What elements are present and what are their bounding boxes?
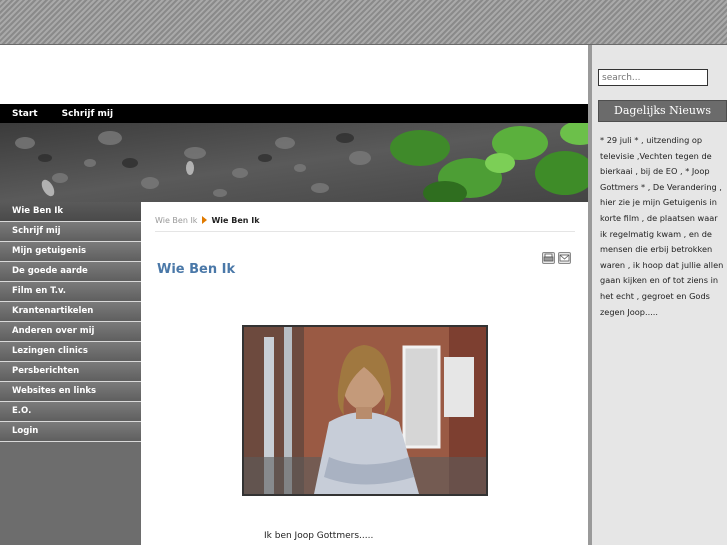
- top-nav: Start Schrijf mij: [0, 104, 588, 123]
- main-content: Wie Ben Ik Wie Ben Ik Wie Ben Ik Ik ben …: [141, 202, 588, 545]
- sidebar-item-wie-ben-ik[interactable]: Wie Ben Ik: [0, 202, 141, 222]
- breadcrumb: Wie Ben Ik Wie Ben Ik: [155, 216, 575, 232]
- sidebar-item-persberichten[interactable]: Persberichten: [0, 362, 141, 382]
- right-column: Dagelijks Nieuws * 29 juli * , uitzendin…: [588, 45, 727, 545]
- sidebar-item-schrijf-mij[interactable]: Schrijf mij: [0, 222, 141, 242]
- top-stripe-bar: [0, 0, 727, 45]
- sidebar-item-mijn-getuigenis[interactable]: Mijn getuigenis: [0, 242, 141, 262]
- print-icon[interactable]: [542, 252, 555, 264]
- search-input[interactable]: [598, 69, 708, 86]
- sidebar-item-eo[interactable]: E.O.: [0, 402, 141, 422]
- sidebar-nav: Wie Ben Ik Schrijf mij Mijn getuigenis D…: [0, 202, 141, 545]
- sidebar-item-film-en-tv[interactable]: Film en T.v.: [0, 282, 141, 302]
- banner-image: [0, 123, 588, 202]
- page-title: Wie Ben Ik: [157, 262, 236, 277]
- sidebar-item-de-goede-aarde[interactable]: De goede aarde: [0, 262, 141, 282]
- breadcrumb-arrow-icon: [202, 216, 208, 224]
- email-icon[interactable]: [558, 252, 571, 264]
- sidebar-item-anderen-over-mij[interactable]: Anderen over mij: [0, 322, 141, 342]
- sidebar-item-login[interactable]: Login: [0, 422, 141, 442]
- news-header: Dagelijks Nieuws: [598, 100, 727, 122]
- profile-photo: [242, 325, 488, 496]
- sidebar-item-krantenartikelen[interactable]: Krantenartikelen: [0, 302, 141, 322]
- top-nav-start[interactable]: Start: [12, 109, 38, 119]
- news-text: * 29 juli * , uitzending op televisie ,V…: [600, 135, 724, 317]
- sidebar-item-lezingen-clinics[interactable]: Lezingen clinics: [0, 342, 141, 362]
- photo-caption: Ik ben Joop Gottmers.....: [264, 531, 374, 541]
- top-nav-schrijf-mij[interactable]: Schrijf mij: [62, 109, 113, 119]
- header-area: [0, 45, 588, 104]
- breadcrumb-parent-link[interactable]: Wie Ben Ik: [155, 216, 197, 225]
- sidebar-item-websites-en-links[interactable]: Websites en links: [0, 382, 141, 402]
- breadcrumb-current: Wie Ben Ik: [211, 216, 260, 225]
